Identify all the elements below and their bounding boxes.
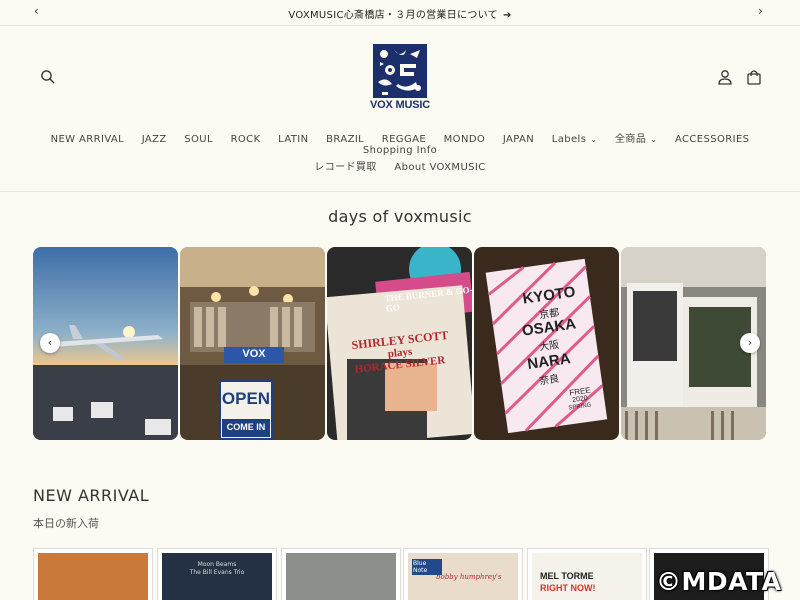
nav-mondo[interactable]: MONDO <box>444 134 486 145</box>
shop-sign-open: OPEN <box>221 389 271 408</box>
shop-sign-vox: VOX <box>242 348 266 360</box>
nav-new-arrival[interactable]: NEW ARRIVAL <box>51 134 125 145</box>
header-divider <box>0 191 800 192</box>
watermark: ©MDATA <box>656 567 782 596</box>
days-section-title: days of voxmusic <box>328 207 472 226</box>
product-card[interactable] <box>33 548 153 600</box>
nav-brazil[interactable]: BRAZIL <box>326 134 364 145</box>
product-card[interactable]: Blue Note bobby humphrey's <box>403 548 523 600</box>
album-cover: Moon Beams The Bill Evans Trio <box>162 553 272 600</box>
gallery-image-records[interactable]: THE BURNER & GO-GO SHIRLEY SCOTT plays H… <box>327 247 472 440</box>
announcement-text: VOXMUSIC心斎橋店・３月の営業日について <box>288 10 498 21</box>
shopping-bag-icon <box>747 70 761 85</box>
nav-all-products-label: 全商品 <box>615 134 647 145</box>
nav-rock[interactable]: ROCK <box>231 134 261 145</box>
album-title: Moon Beams <box>197 561 237 568</box>
secondary-navigation: レコード買取 About VOXMUSIC <box>0 158 800 173</box>
chevron-right-icon: › <box>747 336 753 349</box>
album-artist: The Bill Evans Trio <box>189 569 245 576</box>
chevron-down-icon: ⌄ <box>650 135 658 144</box>
product-card[interactable]: MEL TORME RIGHT NOW! <box>527 548 647 600</box>
product-card[interactable] <box>281 548 401 600</box>
nav-jazz[interactable]: JAZZ <box>142 134 167 145</box>
vox-music-logo[interactable]: VOX MUSIC <box>370 44 430 112</box>
logo-text: VOX MUSIC <box>370 99 430 111</box>
nav-about[interactable]: About VOXMUSIC <box>394 162 485 173</box>
nav-labels-label: Labels <box>551 134 587 145</box>
nav-latin[interactable]: LATIN <box>278 134 308 145</box>
nav-all-products-dropdown[interactable]: 全商品 ⌄ <box>615 130 657 145</box>
arrow-right-icon: ➔ <box>502 10 512 21</box>
album-title: bobby humphrey's <box>436 573 502 581</box>
nav-accessories[interactable]: ACCESSORIES <box>675 134 749 145</box>
nav-japan[interactable]: JAPAN <box>503 134 534 145</box>
chevron-down-icon: ⌄ <box>590 135 598 144</box>
gallery-next-button[interactable]: › <box>740 333 760 353</box>
album-cover <box>38 553 148 600</box>
nav-reggae[interactable]: REGGAE <box>382 134 426 145</box>
chevron-left-icon: ‹ <box>47 336 53 349</box>
account-button[interactable] <box>717 69 733 85</box>
cart-button[interactable] <box>746 69 762 85</box>
nav-soul[interactable]: SOUL <box>184 134 213 145</box>
announcement-next-button[interactable]: › <box>758 4 763 18</box>
gallery-image-shop[interactable]: VOX OPEN COME IN <box>180 247 325 440</box>
album-cover: MEL TORME RIGHT NOW! <box>532 553 642 600</box>
gallery-image-poster[interactable]: KYOTO 京都 OSAKA 大阪 NARA 奈良 FREE 2020 SPRI… <box>474 247 619 440</box>
search-button[interactable] <box>40 69 56 85</box>
new-arrival-heading: NEW ARRIVAL <box>33 486 150 505</box>
album-title: RIGHT NOW! <box>540 583 596 593</box>
new-arrival-subtitle: 本日の新入荷 <box>33 517 99 530</box>
announcement-bar: ‹ VOXMUSIC心斎橋店・３月の営業日について ➔ › <box>0 0 800 26</box>
album-cover: Blue Note bobby humphrey's <box>408 553 518 600</box>
user-icon <box>718 70 732 85</box>
shop-sign-come-in: COME IN <box>226 422 266 432</box>
product-card[interactable]: Moon Beams The Bill Evans Trio <box>157 548 277 600</box>
nav-record-buying[interactable]: レコード買取 <box>314 158 376 173</box>
nav-labels-dropdown[interactable]: Labels ⌄ <box>552 134 598 145</box>
album-cover <box>286 553 396 600</box>
gallery-prev-button[interactable]: ‹ <box>40 333 60 353</box>
album-artist: MEL TORME <box>540 571 594 581</box>
main-navigation: NEW ARRIVAL JAZZ SOUL ROCK LATIN BRAZIL … <box>0 130 800 156</box>
nav-shopping-info[interactable]: Shopping Info <box>363 145 437 156</box>
search-icon <box>41 70 55 84</box>
announcement-link[interactable]: VOXMUSIC心斎橋店・３月の営業日について ➔ <box>0 6 800 21</box>
